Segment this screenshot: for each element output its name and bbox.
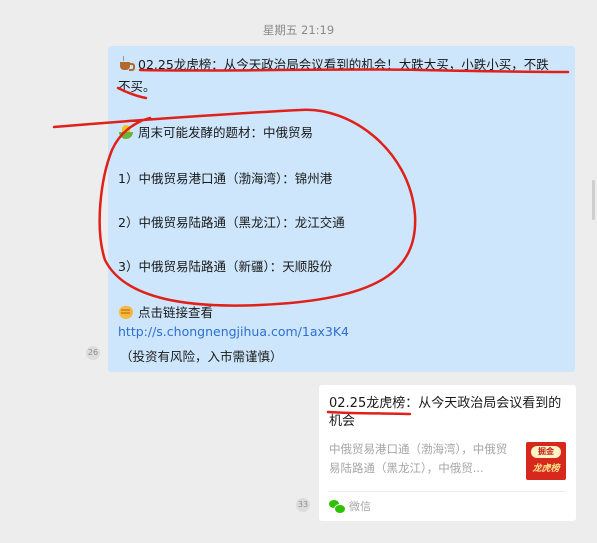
topic-line: 周末可能发酵的题材：中俄贸易 <box>118 122 313 141</box>
card-footer: 微信 <box>329 497 371 515</box>
card-description: 中俄贸易港口通（渤海湾），中俄贸易陆路通（黑龙江），中俄贸... <box>329 442 508 475</box>
read-count-badge: 33 <box>296 498 310 512</box>
message-title-prefix: 02.25龙虎榜 <box>138 57 212 72</box>
corn-icon <box>118 124 134 140</box>
read-count-badge: 26 <box>86 346 100 360</box>
message-title-line1: 02.25龙虎榜：从今天政治局会议看到的机会！大跌大买，小跌小买，不跌 <box>118 54 549 73</box>
list-item: 2）中俄贸易陆路通（黑龙江）：龙江交通 <box>118 215 345 230</box>
message-link[interactable]: http://s.chongnengjihua.com/1ax3K4 <box>118 324 349 339</box>
link-card[interactable]: 02.25龙虎榜：从今天政治局会议看到的机会 中俄贸易港口通（渤海湾），中俄贸易… <box>319 385 576 521</box>
message-title-rest: ：从今天政治局会议看到的机会！大跌大买，小跌小买，不跌 <box>211 57 549 72</box>
timestamp: 星期五 21:19 <box>262 23 335 37</box>
list-item: 1）中俄贸易港口通（渤海湾）：锦州港 <box>118 171 333 186</box>
wechat-icon <box>329 499 346 514</box>
message-title-line2: 不买。 <box>118 79 156 94</box>
fist-icon <box>118 304 134 320</box>
card-source: 微信 <box>349 500 371 513</box>
thumb-top-text: 掘金 <box>531 446 561 458</box>
disclaimer: （投资有风险，入市需谨慎） <box>120 349 283 364</box>
card-thumbnail: 掘金 龙虎榜 <box>526 442 566 480</box>
card-title: 02.25龙虎榜：从今天政治局会议看到的机会 <box>329 395 569 431</box>
click-line: 点击链接查看 <box>118 302 213 321</box>
topic-label: 周末可能发酵的题材：中俄贸易 <box>138 125 314 140</box>
click-text: 点击链接查看 <box>138 305 214 320</box>
list-item: 3）中俄贸易陆路通（新疆）：天顺股份 <box>118 259 333 274</box>
scrollbar[interactable] <box>592 180 595 220</box>
thumb-bottom-text: 龙虎榜 <box>532 464 560 474</box>
message-bubble[interactable]: 02.25龙虎榜：从今天政治局会议看到的机会！大跌大买，小跌小买，不跌 不买。 … <box>108 46 575 372</box>
card-divider <box>329 491 566 492</box>
coffee-icon <box>118 56 135 72</box>
card-title-prefix: 02.25龙虎榜 <box>329 396 406 411</box>
